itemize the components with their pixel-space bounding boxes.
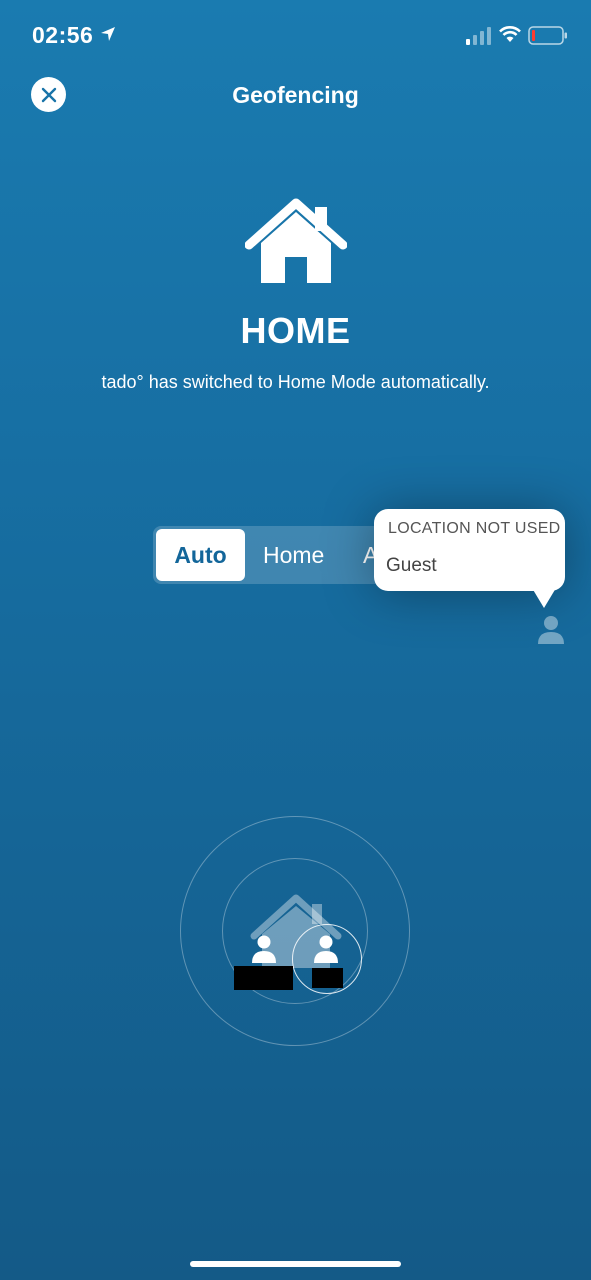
home-indicator[interactable] <box>190 1261 401 1267</box>
status-bar: 02:56 <box>0 0 591 70</box>
page-title: Geofencing <box>232 82 359 108</box>
home-icon <box>245 198 347 283</box>
mode-option-auto[interactable]: Auto <box>156 529 245 581</box>
cellular-signal-icon <box>466 27 491 45</box>
tooltip-body: Guest <box>386 555 437 576</box>
user-icon[interactable] <box>313 934 339 964</box>
mode-description: tado° has switched to Home Mode automati… <box>101 372 490 392</box>
battery-low-icon <box>528 26 567 45</box>
redacted-name <box>234 966 293 990</box>
mode-title: HOME <box>240 310 351 351</box>
status-time: 02:56 <box>32 22 94 48</box>
mode-option-home[interactable]: Home <box>263 526 324 584</box>
wifi-icon <box>499 26 521 42</box>
user-icon[interactable] <box>251 934 277 964</box>
guest-user-icon[interactable] <box>536 614 566 646</box>
tooltip-title: LOCATION NOT USED <box>388 520 561 537</box>
location-arrow-icon <box>101 27 115 41</box>
tooltip-arrow <box>532 588 556 608</box>
location-tooltip: LOCATION NOT USED Guest <box>374 509 565 591</box>
redacted-name <box>312 968 343 988</box>
